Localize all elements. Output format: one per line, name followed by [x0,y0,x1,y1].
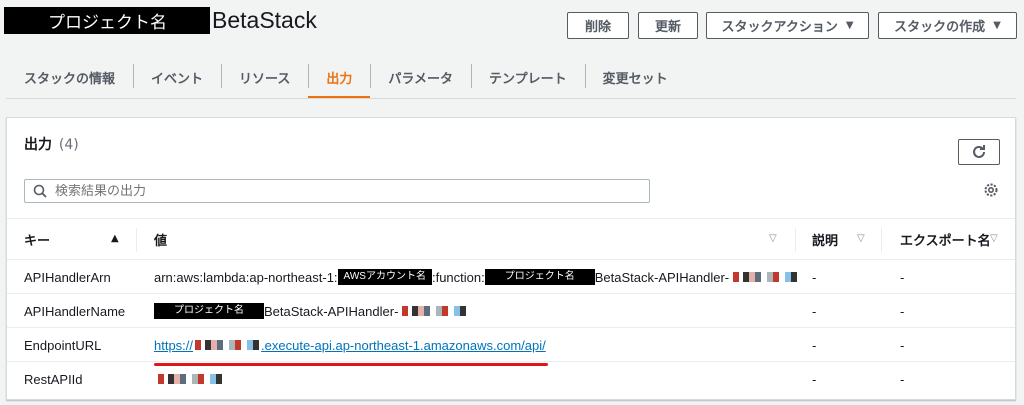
pixelated-redaction [195,340,260,350]
row-description: - [812,303,817,319]
tab-template[interactable]: テンプレート [471,56,585,98]
panel-title-text: 出力 [24,137,52,153]
url-text: https:// [154,337,194,353]
row-description: - [812,337,817,353]
stack-actions-label: スタックアクション [721,20,838,35]
sort-icon[interactable]: ▽ [769,233,777,244]
project-name-label: プロジェクト名 [48,13,167,33]
create-stack-button[interactable]: スタックの作成 ▼ [878,12,1017,39]
stack-title: BetaStack [212,7,317,33]
row-value [154,362,228,396]
row-description: - [812,269,817,285]
sort-icon[interactable]: ▽ [857,233,865,244]
search-icon [33,184,47,198]
caret-down-icon: ▼ [993,20,1001,31]
panel-title: 出力 (4) [24,134,79,154]
row-key: APIHandlerArn [24,269,111,285]
output-count: (4) [58,137,79,153]
column-key[interactable]: キー [24,219,50,260]
value-text: BetaStack-APIHandler- [594,269,730,285]
tab-outputs[interactable]: 出力 [308,56,371,98]
column-divider [136,228,137,252]
sort-icon[interactable]: ▽ [990,233,998,244]
delete-button[interactable]: 削除 [567,12,629,39]
update-button-label: 更新 [654,20,681,35]
tab-parameters[interactable]: パラメータ [370,56,471,98]
table-row: APIHandlerArn arn:aws:lambda:ap-northeas… [7,260,1015,294]
row-export: - [900,303,905,319]
pixelated-redaction [402,306,473,316]
row-export: - [900,269,905,285]
sort-ascending-icon[interactable]: ▲ [111,233,119,244]
row-value: プロジェクト名 BetaStack-APIHandler- [154,294,473,328]
column-divider [881,228,882,252]
tab-events[interactable]: イベント [133,56,221,98]
search-field[interactable] [24,179,650,203]
pixelated-redaction [733,272,804,282]
pixelated-redaction [158,374,228,384]
table-row: RestAPIId - - [7,362,1015,396]
row-value: arn:aws:lambda:ap-northeast-1: AWSアカウント名:… [154,260,804,294]
refresh-icon [973,145,985,158]
tab-stack-info[interactable]: スタックの情報 [6,56,133,98]
caret-down-icon: ▼ [845,20,854,31]
refresh-button[interactable] [958,139,1000,165]
value-text: arn:aws:lambda:ap-northeast-1: [154,269,338,285]
url-text: .execute-api.ap-northeast-1.amazonaws.co… [261,337,546,353]
account-redaction: AWSアカウント名 [337,269,432,285]
page-header: プロジェクト名 BetaStack 削除 更新 スタックアクション ▼ スタックの… [0,0,1024,100]
table-header: キー ▲ 値 ▽ 説明 ▽ エクスポート名 ▽ [7,218,1015,260]
column-divider [795,228,796,252]
stack-tabs: スタックの情報 イベント リソース 出力 パラメータ テンプレート 変更セット [6,56,686,98]
row-key: RestAPIId [24,371,83,387]
update-button[interactable]: 更新 [638,12,698,39]
table-row: APIHandlerName プロジェクト名 BetaStack-APIHandl… [7,294,1015,328]
stack-actions-button[interactable]: スタックアクション ▼ [706,12,869,39]
gear-icon[interactable] [983,182,999,198]
value-text: :function: [431,269,485,285]
table-row: EndpointURL https:// .execute-api.ap-nort… [7,328,1015,362]
row-key: EndpointURL [24,337,102,353]
row-export: - [900,337,905,353]
row-description: - [812,371,817,387]
tabs-divider [6,98,1016,99]
tab-change-sets[interactable]: 変更セット [584,56,686,98]
column-value[interactable]: 値 [154,219,167,260]
value-text: BetaStack-APIHandler- [264,303,399,319]
endpoint-url-link[interactable]: https:// .execute-api.ap-northeast-1.amaz… [154,328,546,362]
delete-button-label: 削除 [584,20,611,35]
outputs-panel: 出力 (4) キー ▲ 値 ▽ 説明 ▽ エクスポート名 ▽ APIHandle… [6,117,1016,400]
search-input[interactable] [55,183,615,199]
create-stack-label: スタックの作成 [894,20,986,35]
row-export: - [900,371,905,387]
tab-resources[interactable]: リソース [221,56,308,98]
project-name-redaction: プロジェクト名 [4,7,210,34]
column-description[interactable]: 説明 [812,219,838,260]
row-key: APIHandlerName [24,303,126,319]
project-redaction: プロジェクト名 [154,303,264,319]
column-export-name[interactable]: エクスポート名 [900,219,991,260]
project-redaction: プロジェクト名 [484,269,595,285]
